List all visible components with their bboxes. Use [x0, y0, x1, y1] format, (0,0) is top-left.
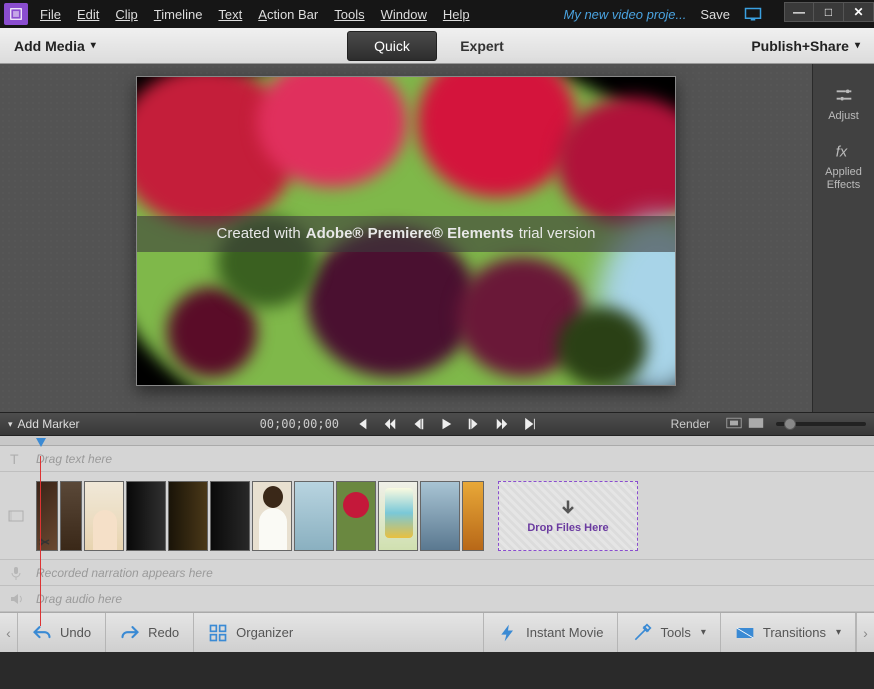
narration-track[interactable]: Recorded narration appears here	[0, 560, 874, 586]
app-icon	[4, 3, 28, 25]
transitions-button[interactable]: Transitions ▾	[721, 613, 856, 652]
step-back-button[interactable]	[411, 417, 425, 431]
timeline-clip[interactable]	[252, 481, 292, 551]
video-track[interactable]: Drop Files Here	[0, 472, 874, 560]
redo-icon	[120, 623, 140, 643]
video-track-icon	[0, 508, 32, 524]
menu-help[interactable]: Help	[443, 7, 470, 22]
timeline-clip[interactable]	[60, 481, 82, 551]
playhead-icon[interactable]	[36, 435, 46, 445]
scroll-right-button[interactable]: ›	[856, 613, 874, 652]
timeline-clip[interactable]	[336, 481, 376, 551]
timecode-display[interactable]: 00;00;00;00	[260, 417, 339, 431]
adjust-panel-button[interactable]: Adjust	[813, 78, 874, 128]
step-forward-button[interactable]	[467, 417, 481, 431]
applied-effects-button[interactable]: fx Applied Effects	[813, 134, 874, 198]
menu-timeline[interactable]: Timeline	[154, 7, 203, 22]
menu-text[interactable]: Text	[218, 7, 242, 22]
maximize-button[interactable]: □	[814, 2, 844, 22]
full-view-icon[interactable]	[748, 417, 764, 432]
tools-button[interactable]: Tools ▾	[618, 613, 720, 652]
transitions-icon	[735, 623, 755, 643]
timeline-clip[interactable]	[84, 481, 124, 551]
tools-icon	[632, 623, 652, 643]
timeline-clip[interactable]	[126, 481, 166, 551]
next-clip-button[interactable]	[495, 417, 509, 431]
menu-action-bar[interactable]: Action Bar	[258, 7, 318, 22]
speaker-icon	[0, 591, 32, 607]
close-button[interactable]: ✕	[844, 2, 874, 22]
redo-button[interactable]: Redo	[106, 613, 194, 652]
project-name: My new video proje...	[564, 7, 687, 22]
drop-files-zone[interactable]: Drop Files Here	[498, 481, 638, 551]
prev-clip-button[interactable]	[383, 417, 397, 431]
download-arrow-icon	[558, 498, 578, 518]
mode-tab-quick[interactable]: Quick	[347, 31, 437, 61]
text-track[interactable]: T Drag text here	[0, 446, 874, 472]
timeline-ruler[interactable]	[0, 436, 874, 446]
fit-view-icon[interactable]	[726, 417, 742, 432]
timeline-clip[interactable]	[168, 481, 208, 551]
add-marker-button[interactable]: ▾Add Marker	[8, 417, 80, 431]
adjust-label: Adjust	[828, 110, 859, 122]
playhead-line	[40, 456, 41, 626]
publish-share-label: Publish+Share	[751, 38, 849, 54]
timeline-clip[interactable]	[210, 481, 250, 551]
text-track-icon: T	[0, 451, 32, 467]
microphone-icon	[0, 565, 32, 581]
menu-window[interactable]: Window	[381, 7, 427, 22]
menu-clip[interactable]: Clip	[115, 7, 137, 22]
menu-bar: File Edit Clip Timeline Text Action Bar …	[40, 7, 564, 22]
sliders-icon	[833, 84, 855, 106]
timeline-clip[interactable]	[378, 481, 418, 551]
organizer-icon	[208, 623, 228, 643]
undo-icon	[32, 623, 52, 643]
render-button[interactable]: Render	[671, 417, 710, 431]
play-button[interactable]	[439, 417, 453, 431]
menu-edit[interactable]: Edit	[77, 7, 99, 22]
instant-movie-button[interactable]: Instant Movie	[484, 613, 618, 652]
add-media-label: Add Media	[14, 38, 85, 54]
lightning-icon	[498, 623, 518, 643]
narration-track-hint: Recorded narration appears here	[32, 566, 213, 580]
menu-tools[interactable]: Tools	[334, 7, 364, 22]
timeline-clip[interactable]	[462, 481, 484, 551]
add-media-button[interactable]: Add Media▾	[0, 28, 110, 63]
applied-effects-label: Applied Effects	[813, 166, 874, 192]
undo-button[interactable]: Undo	[18, 613, 106, 652]
trial-watermark: Created with Adobe® Premiere® Elements t…	[137, 216, 675, 252]
timeline-clip[interactable]	[294, 481, 334, 551]
zoom-slider[interactable]	[776, 422, 866, 426]
audio-track[interactable]: Drag audio here	[0, 586, 874, 612]
save-button[interactable]: Save	[700, 7, 730, 22]
minimize-button[interactable]: —	[784, 2, 814, 22]
mode-tab-expert[interactable]: Expert	[437, 28, 527, 64]
audio-track-hint: Drag audio here	[32, 592, 122, 606]
monitor-icon[interactable]	[744, 7, 762, 21]
scroll-left-button[interactable]: ‹	[0, 613, 18, 652]
fx-icon: fx	[833, 140, 855, 162]
text-track-hint: Drag text here	[32, 452, 112, 466]
preview-monitor[interactable]: Created with Adobe® Premiere® Elements t…	[136, 76, 676, 386]
publish-share-button[interactable]: Publish+Share▾	[737, 28, 874, 63]
goto-end-button[interactable]	[523, 417, 537, 431]
goto-start-button[interactable]	[355, 417, 369, 431]
svg-text:fx: fx	[835, 145, 847, 161]
timeline-clip[interactable]	[420, 481, 460, 551]
drop-files-label: Drop Files Here	[527, 522, 608, 534]
organizer-button[interactable]: Organizer	[194, 613, 484, 652]
svg-text:T: T	[10, 451, 19, 467]
menu-file[interactable]: File	[40, 7, 61, 22]
